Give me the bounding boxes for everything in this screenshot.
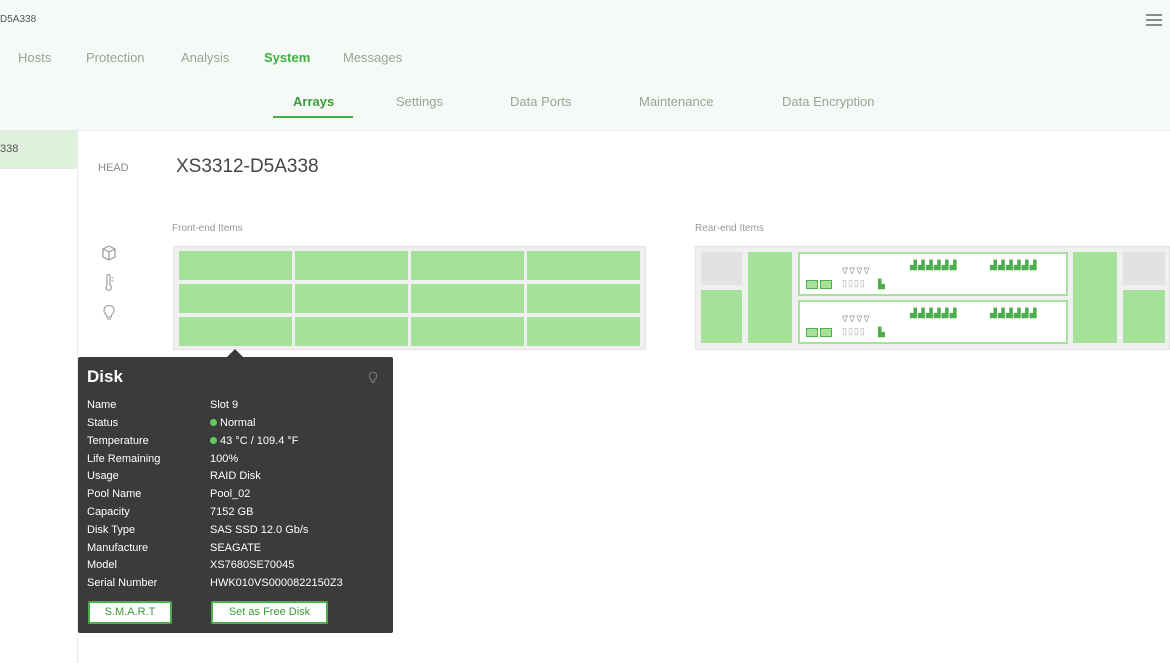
nav-protection[interactable]: Protection bbox=[86, 50, 145, 65]
port-group-icon: ᐁᐁᐁᐁ bbox=[842, 314, 871, 324]
disk-slot[interactable] bbox=[179, 284, 292, 313]
disk-slot[interactable] bbox=[527, 251, 640, 280]
port-icon bbox=[806, 328, 818, 337]
detail-label: Status bbox=[87, 417, 119, 429]
bulb-icon[interactable] bbox=[367, 371, 379, 388]
port-icon bbox=[820, 280, 832, 289]
sidebar-item-array[interactable]: 338 bbox=[0, 131, 78, 169]
bulb-icon[interactable] bbox=[100, 304, 118, 322]
detail-value: RAID Disk bbox=[210, 470, 261, 482]
disk-slot[interactable] bbox=[295, 251, 408, 280]
top-bar: D5A338 Hosts Protection Analysis System … bbox=[0, 0, 1170, 131]
status-ok-icon bbox=[210, 419, 217, 426]
empty-module-bay bbox=[1123, 252, 1165, 285]
rear-end-panel: ᐁᐁᐁᐁ ▯▯▯▯ ▙ ▟▟▟▟▟▟ ▟▟▟▟▟▟ ᐁᐁᐁᐁ ▯▯▯▯ ▙ ▟▟… bbox=[695, 246, 1170, 350]
head-label: HEAD bbox=[98, 162, 129, 174]
tab-settings[interactable]: Settings bbox=[396, 94, 443, 109]
device-title: D5A338 bbox=[0, 14, 37, 25]
fan-module[interactable] bbox=[1073, 252, 1117, 343]
disk-tooltip: Disk Name Slot 9 Status Normal Temperatu… bbox=[78, 357, 393, 633]
disk-slot[interactable] bbox=[295, 284, 408, 313]
nav-analysis[interactable]: Analysis bbox=[181, 50, 229, 65]
power-supply-module[interactable] bbox=[701, 290, 742, 343]
detail-value: Pool_02 bbox=[210, 488, 251, 500]
rear-end-label: Rear-end Items bbox=[695, 223, 764, 234]
port-group-icon: ▟▟▟▟▟▟ bbox=[990, 260, 1038, 270]
detail-label: Model bbox=[87, 559, 117, 571]
disk-slot-selected[interactable] bbox=[179, 317, 292, 346]
detail-label: Pool Name bbox=[87, 488, 142, 500]
controller-module[interactable]: ᐁᐁᐁᐁ ▯▯▯▯ ▙ ▟▟▟▟▟▟ ▟▟▟▟▟▟ bbox=[798, 252, 1068, 296]
detail-value: Normal bbox=[220, 417, 256, 429]
array-title: XS3312-D5A338 bbox=[176, 156, 319, 177]
disk-slot[interactable] bbox=[411, 284, 524, 313]
port-group-icon: ▯▯▯▯ bbox=[842, 326, 866, 336]
port-icon bbox=[820, 328, 832, 337]
network-icon: ▙ bbox=[878, 279, 886, 289]
detail-value: 100% bbox=[210, 453, 239, 465]
detail-label: Usage bbox=[87, 470, 119, 482]
detail-label: Capacity bbox=[87, 506, 130, 518]
detail-label: Name bbox=[87, 399, 117, 411]
sidebar-item-label: 338 bbox=[0, 143, 19, 155]
port-group-icon: ▟▟▟▟▟▟ bbox=[910, 308, 958, 318]
port-icon bbox=[806, 280, 818, 289]
tooltip-title: Disk bbox=[87, 367, 123, 386]
status-ok-icon bbox=[210, 437, 217, 444]
active-tab-underline bbox=[273, 116, 353, 118]
menu-icon[interactable] bbox=[1146, 12, 1162, 28]
detail-value: SEAGATE bbox=[210, 542, 262, 554]
detail-value-wrap: Normal bbox=[210, 417, 255, 429]
nav-messages[interactable]: Messages bbox=[343, 50, 402, 65]
tab-maintenance[interactable]: Maintenance bbox=[639, 94, 713, 109]
front-end-panel bbox=[173, 246, 646, 350]
detail-value: Slot 9 bbox=[210, 399, 239, 411]
empty-module-bay bbox=[701, 252, 742, 285]
detail-value: XS7680SE70045 bbox=[210, 559, 295, 571]
front-end-label: Front-end Items bbox=[172, 223, 243, 234]
detail-value: 7152 GB bbox=[210, 506, 254, 518]
power-supply-module[interactable] bbox=[1123, 290, 1165, 343]
tab-arrays[interactable]: Arrays bbox=[293, 94, 334, 109]
box-icon[interactable] bbox=[100, 245, 118, 263]
port-group-icon: ▯▯▯▯ bbox=[842, 278, 866, 288]
disk-slot[interactable] bbox=[179, 251, 292, 280]
disk-slot[interactable] bbox=[295, 317, 408, 346]
fan-module[interactable] bbox=[748, 252, 792, 343]
detail-value: HWK010VS0000822150Z3 bbox=[210, 577, 343, 589]
port-group-icon: ▟▟▟▟▟▟ bbox=[910, 260, 958, 270]
port-group-icon: ▟▟▟▟▟▟ bbox=[990, 308, 1038, 318]
set-free-disk-button[interactable]: Set as Free Disk bbox=[211, 601, 328, 624]
detail-label: Disk Type bbox=[87, 524, 136, 536]
sidebar: 338 bbox=[0, 131, 78, 663]
detail-value: SAS SSD 12.0 Gb/s bbox=[210, 524, 309, 536]
port-group-icon: ᐁᐁᐁᐁ bbox=[842, 266, 871, 276]
controller-module[interactable]: ᐁᐁᐁᐁ ▯▯▯▯ ▙ ▟▟▟▟▟▟ ▟▟▟▟▟▟ bbox=[798, 300, 1068, 344]
detail-label: Serial Number bbox=[87, 577, 158, 589]
network-icon: ▙ bbox=[878, 327, 886, 337]
disk-slot[interactable] bbox=[411, 251, 524, 280]
tab-data-ports[interactable]: Data Ports bbox=[510, 94, 571, 109]
detail-label: Temperature bbox=[87, 435, 149, 447]
nav-hosts[interactable]: Hosts bbox=[18, 50, 51, 65]
thermometer-icon[interactable] bbox=[100, 273, 118, 292]
nav-system[interactable]: System bbox=[264, 50, 310, 65]
disk-slot[interactable] bbox=[411, 317, 524, 346]
detail-value: 43 °C / 109.4 °F bbox=[220, 435, 299, 447]
detail-value-wrap: 43 °C / 109.4 °F bbox=[210, 435, 299, 447]
tooltip-pointer bbox=[227, 349, 243, 357]
disk-slot[interactable] bbox=[527, 317, 640, 346]
detail-label: Manufacture bbox=[87, 542, 149, 554]
tab-data-encryption[interactable]: Data Encryption bbox=[782, 94, 875, 109]
disk-slot[interactable] bbox=[527, 284, 640, 313]
smart-button[interactable]: S.M.A.R.T bbox=[88, 601, 172, 624]
detail-label: Life Remaining bbox=[87, 453, 161, 465]
